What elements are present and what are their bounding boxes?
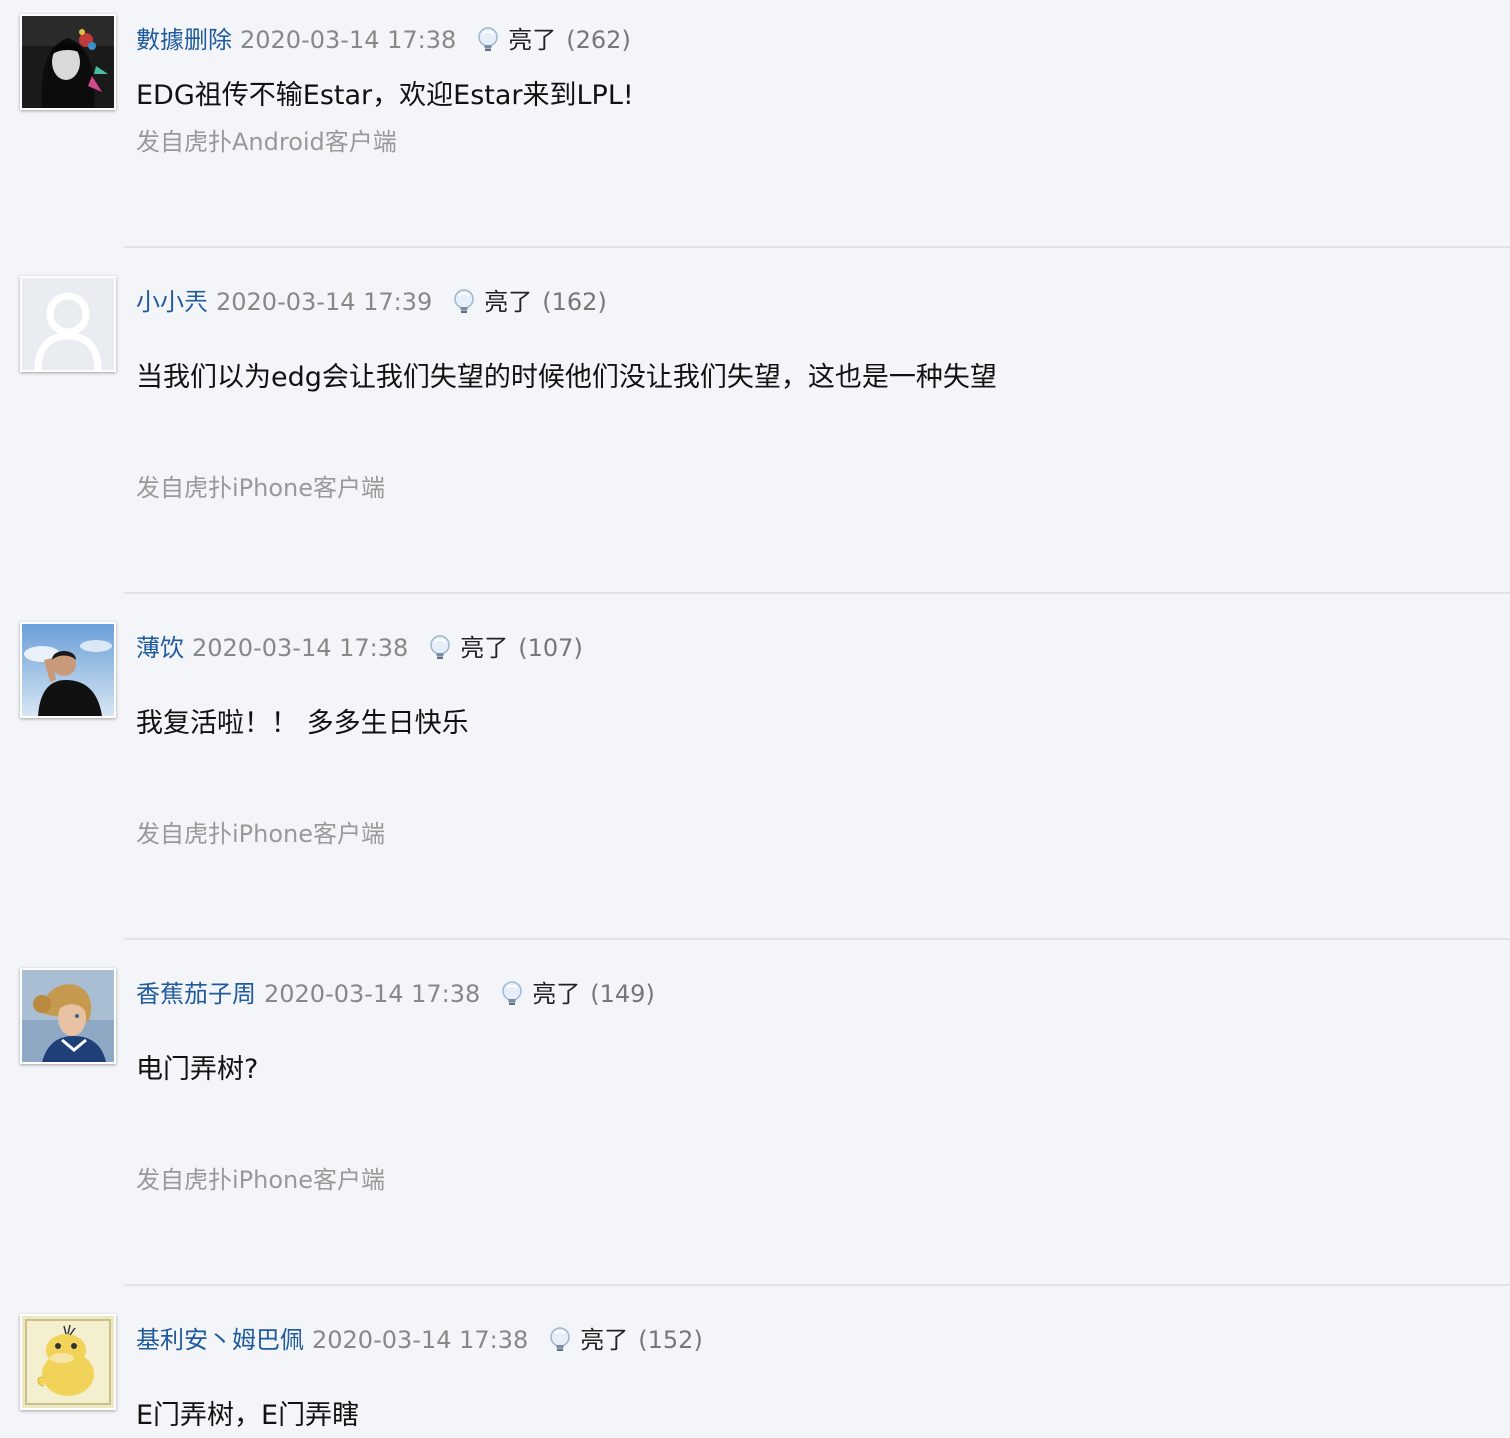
- light-count: (162): [542, 288, 607, 316]
- lightbulb-icon[interactable]: [426, 634, 454, 662]
- default-user-icon: [22, 278, 114, 370]
- light-count: (262): [566, 26, 631, 54]
- post-content: EDG祖传不输Estar，欢迎Estar来到LPL!: [136, 80, 634, 111]
- user-avatar[interactable]: [20, 622, 116, 718]
- person-sky-avatar-icon: [22, 624, 114, 716]
- light-button[interactable]: 亮了: [580, 1324, 628, 1356]
- lightbulb-icon[interactable]: [450, 288, 478, 316]
- post-source-link[interactable]: 发自虎扑Android客户端: [136, 126, 397, 158]
- post-divider: [124, 246, 1510, 248]
- user-avatar[interactable]: [20, 968, 116, 1064]
- blonde-character-avatar-icon: [22, 970, 114, 1062]
- post-meta: 小小兲 2020-03-14 17:39 亮了 (162): [136, 286, 607, 318]
- light-button[interactable]: 亮了: [508, 24, 556, 56]
- light-button[interactable]: 亮了: [484, 286, 532, 318]
- post-meta: 香蕉茄子周 2020-03-14 17:38 亮了 (149): [136, 978, 655, 1010]
- post-time: 2020-03-14 17:38: [312, 1326, 529, 1354]
- light-button[interactable]: 亮了: [460, 632, 508, 664]
- user-avatar[interactable]: [20, 276, 116, 372]
- user-avatar[interactable]: [20, 1314, 116, 1410]
- post-content: 电门弄树?: [136, 1054, 259, 1085]
- post-time: 2020-03-14 17:38: [264, 980, 481, 1008]
- post-time: 2020-03-14 17:38: [192, 634, 409, 662]
- post-content: E门弄树，E门弄瞎: [136, 1400, 360, 1431]
- post-content: 我复活啦！！ 多多生日快乐: [136, 708, 469, 739]
- post-meta: 薄饮 2020-03-14 17:38 亮了 (107): [136, 632, 583, 664]
- username-link[interactable]: 基利安丶姆巴佩: [136, 1324, 304, 1356]
- post-source-link[interactable]: 发自虎扑iPhone客户端: [136, 1164, 385, 1196]
- username-link[interactable]: 小小兲: [136, 286, 208, 318]
- username-link[interactable]: 薄饮: [136, 632, 184, 664]
- light-count: (149): [590, 980, 655, 1008]
- post-divider: [124, 1284, 1510, 1286]
- post-divider: [124, 592, 1510, 594]
- lightbulb-icon[interactable]: [546, 1326, 574, 1354]
- post-divider: [124, 938, 1510, 940]
- post-meta: 基利安丶姆巴佩 2020-03-14 17:38 亮了 (152): [136, 1324, 703, 1356]
- post-meta: 數據删除 2020-03-14 17:38 亮了 (262): [136, 24, 631, 56]
- light-button[interactable]: 亮了: [532, 978, 580, 1010]
- post-source-link[interactable]: 发自虎扑iPhone客户端: [136, 818, 385, 850]
- post-time: 2020-03-14 17:39: [216, 288, 433, 316]
- post-source-link[interactable]: 发自虎扑iPhone客户端: [136, 472, 385, 504]
- light-count: (107): [518, 634, 583, 662]
- username-link[interactable]: 香蕉茄子周: [136, 978, 256, 1010]
- lightbulb-icon[interactable]: [498, 980, 526, 1008]
- user-avatar[interactable]: [20, 14, 116, 110]
- dark-portrait-avatar-icon: [22, 16, 114, 108]
- light-count: (152): [638, 1326, 703, 1354]
- post-content: 当我们以为edg会让我们失望的时候他们没让我们失望，这也是一种失望: [136, 362, 997, 393]
- post-time: 2020-03-14 17:38: [240, 26, 457, 54]
- lightbulb-icon[interactable]: [474, 26, 502, 54]
- yellow-duck-avatar-icon: [22, 1316, 114, 1408]
- username-link[interactable]: 數據删除: [136, 24, 232, 56]
